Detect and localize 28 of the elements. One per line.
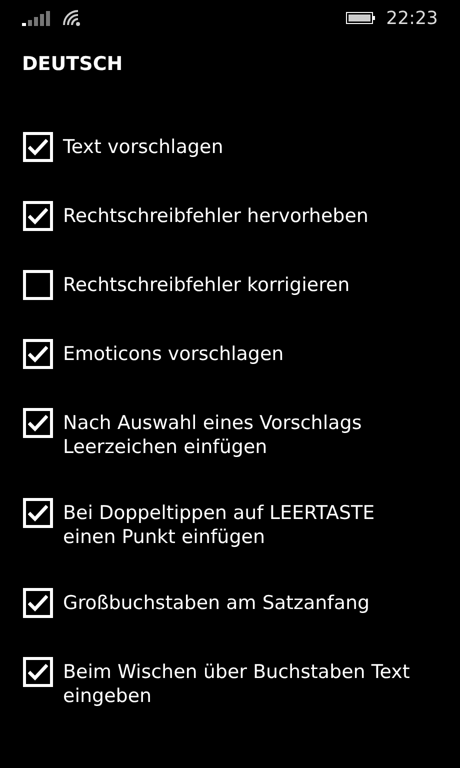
battery-icon: [346, 12, 376, 24]
option-label: Großbuchstaben am Satzanfang: [63, 590, 371, 614]
checkbox[interactable]: [23, 132, 53, 162]
checkmark-icon: [28, 138, 48, 156]
checkbox[interactable]: [23, 588, 53, 618]
option-label: Nach Auswahl eines Vorschlags Leerzeichen einfügen: [63, 410, 363, 458]
signal-icon: [22, 10, 52, 26]
option-label: Text vorschlagen: [63, 134, 224, 158]
option-label: Beim Wischen über Buchstaben Text eingeben: [63, 660, 411, 708]
page-title: DEUTSCH: [22, 52, 124, 77]
wifi-icon: [62, 9, 82, 27]
checkmark-icon: [28, 414, 48, 432]
checkbox[interactable]: [23, 338, 53, 368]
option-label: Bei Doppeltippen auf LEERTASTE einen Punkt einfügen: [63, 500, 376, 548]
option-label: Rechtschreibfehler korrigieren: [63, 272, 351, 296]
checkbox[interactable]: [23, 270, 53, 300]
checkbox[interactable]: [23, 656, 53, 686]
checkbox[interactable]: [23, 200, 53, 230]
checkmark-icon: [28, 594, 48, 612]
checkmark-icon: [28, 662, 48, 680]
checkmark-icon: [28, 504, 48, 522]
checkmark-icon: [28, 344, 48, 362]
checkbox[interactable]: [23, 498, 53, 528]
option-label: Rechtschreibfehler hervorheben: [63, 204, 370, 228]
clock: 22:23: [386, 6, 438, 30]
checkmark-icon: [28, 206, 48, 224]
checkbox[interactable]: [23, 408, 53, 438]
option-label: Emoticons vorschlagen: [63, 342, 285, 366]
